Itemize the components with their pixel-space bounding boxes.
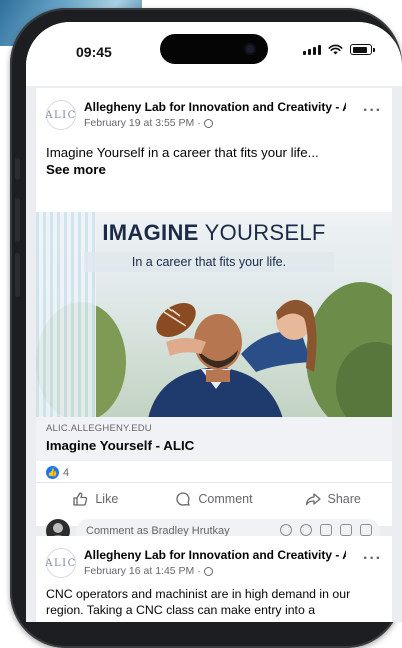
comment-button[interactable]: Comment <box>155 483 274 515</box>
wifi-icon <box>328 44 343 55</box>
phone-screen: 09:45 ALIC Allegheny Lab for Innovation … <box>26 22 402 622</box>
globe-icon <box>203 118 213 128</box>
battery-icon <box>350 44 375 55</box>
emoji-icon[interactable] <box>300 524 312 536</box>
post-text-body: Imagine Yourself in a career that fits y… <box>46 145 319 160</box>
like-reaction-icon: 👍 <box>46 466 59 479</box>
share-label: Share <box>327 492 361 506</box>
image-headline: IMAGINE YOURSELF <box>102 220 326 245</box>
like-button[interactable]: Like <box>36 483 155 515</box>
gif-icon[interactable] <box>340 524 352 536</box>
post-date[interactable]: February 16 at 1:45 PM · <box>84 565 201 577</box>
post-actions: Like Comment Share <box>36 482 392 515</box>
more-options-icon[interactable]: ··· <box>363 550 382 568</box>
feed-post: ALIC Allegheny Lab for Innovation and Cr… <box>36 536 392 622</box>
sticker-icon[interactable] <box>360 524 372 536</box>
page-name-link[interactable]: Allegheny Lab for Innovation and Creativ… <box>84 548 346 562</box>
share-icon <box>305 493 321 506</box>
comment-tools <box>280 524 372 536</box>
page-avatar[interactable]: ALIC <box>45 548 76 578</box>
reaction-summary[interactable]: 👍 4 <box>46 466 69 479</box>
feed-post: ALIC Allegheny Lab for Innovation and Cr… <box>36 88 392 543</box>
post-header: ALIC Allegheny Lab for Innovation and Cr… <box>45 546 382 580</box>
silent-switch <box>15 158 20 180</box>
volume-down-button <box>15 253 20 297</box>
volume-up-button <box>15 198 20 242</box>
post-text: CNC operators and machinist are in high … <box>46 587 351 617</box>
comment-icon <box>176 492 191 506</box>
page-avatar[interactable]: ALIC <box>45 100 76 130</box>
dynamic-island <box>160 34 268 64</box>
signal-icon <box>303 44 321 55</box>
avatar-sticker-icon[interactable] <box>280 524 292 536</box>
thumbs-up-icon <box>73 492 88 506</box>
post-text: Imagine Yourself in a career that fits y… <box>46 144 380 178</box>
father-daughter-photo <box>148 299 317 417</box>
comment-label: Comment <box>198 492 253 506</box>
link-preview[interactable]: ALIC.ALLEGHENY.EDU Imagine Yourself - AL… <box>36 417 392 461</box>
post-meta: February 19 at 3:55 PM · <box>84 117 213 129</box>
system-icons <box>303 44 375 55</box>
image-subheadline: In a career that fits your life. <box>84 252 334 272</box>
page-name-link[interactable]: Allegheny Lab for Innovation and Creativ… <box>84 100 346 114</box>
link-title[interactable]: Imagine Yourself - ALIC <box>46 438 194 453</box>
share-button[interactable]: Share <box>273 483 392 515</box>
globe-icon <box>203 566 213 576</box>
see-more-link[interactable]: See more <box>46 162 106 177</box>
camera-icon <box>244 43 256 55</box>
post-date[interactable]: February 19 at 3:55 PM · <box>84 117 201 129</box>
camera-icon[interactable] <box>320 524 332 536</box>
post-header: ALIC Allegheny Lab for Innovation and Cr… <box>45 98 382 132</box>
status-bar: 09:45 <box>26 22 402 86</box>
reaction-count: 4 <box>63 466 70 479</box>
link-domain: ALIC.ALLEGHENY.EDU <box>46 423 152 434</box>
like-label: Like <box>95 492 119 506</box>
more-options-icon[interactable]: ··· <box>363 102 382 120</box>
post-meta: February 16 at 1:45 PM · <box>84 565 213 577</box>
clock: 09:45 <box>76 44 112 60</box>
post-image[interactable]: IMAGINE YOURSELF In a career that fits y… <box>36 212 392 417</box>
